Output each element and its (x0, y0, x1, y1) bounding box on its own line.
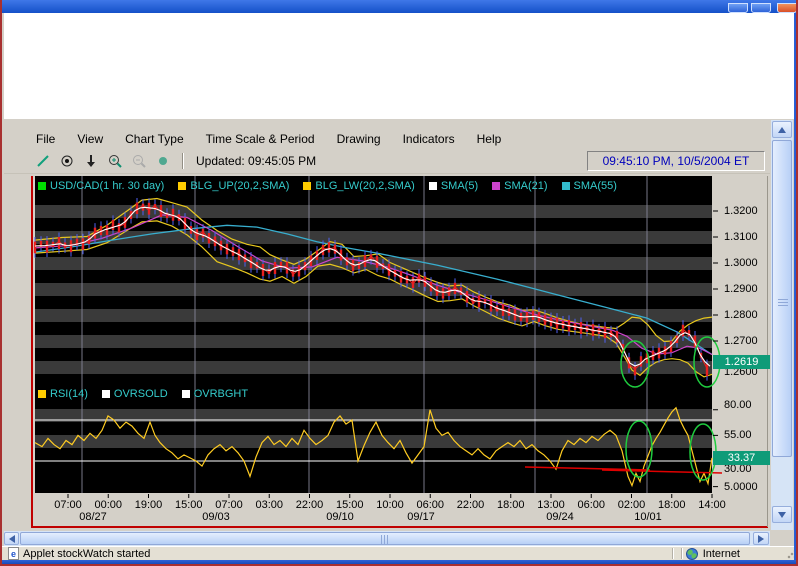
time-label: 15:00 (167, 499, 211, 511)
legend-swatch (182, 390, 190, 398)
legend-item-ovrbght: OVRBGHT (182, 388, 248, 400)
time-label: 07:00 (46, 499, 90, 511)
legend-item-sma-5: SMA(5) (429, 180, 478, 192)
legend-label: OVRBGHT (194, 388, 248, 400)
applet-right-edge (767, 176, 768, 527)
rsi-tick-label: 55.00 (724, 429, 752, 441)
date-label: 09/17 (399, 511, 443, 523)
legend-label: BLG_LW(20,2,SMA) (315, 180, 414, 192)
price-legend: USD/CAD(1 hr. 30 day) BLG_UP(20,2,SMA) BLG… (38, 180, 617, 192)
legend-label: OVRSOLD (114, 388, 168, 400)
time-label: 07:00 (207, 499, 251, 511)
time-label: 18:00 (489, 499, 533, 511)
legend-item-sma-21: SMA(21) (492, 180, 547, 192)
time-label: 03:00 (247, 499, 291, 511)
legend-swatch (178, 182, 186, 190)
price-tick-label: 1.3000 (724, 257, 758, 269)
price-tick-label: 1.3100 (724, 231, 758, 243)
time-label: 22:00 (288, 499, 332, 511)
legend-swatch (492, 182, 500, 190)
price-tick-label: 1.2900 (724, 283, 758, 295)
legend-item-blg-up-20-2-sma: BLG_UP(20,2,SMA) (178, 180, 289, 192)
legend-swatch (562, 182, 570, 190)
legend-label: RSI(14) (50, 388, 88, 400)
legend-label: SMA(21) (504, 180, 547, 192)
rsi-tick-label: 5.0000 (724, 481, 758, 493)
price-tick-label: 1.2800 (724, 309, 758, 321)
legend-swatch (429, 182, 437, 190)
time-label: 15:00 (328, 499, 372, 511)
time-label: 13:00 (529, 499, 573, 511)
time-label: 18:00 (650, 499, 694, 511)
time-label: 10:00 (368, 499, 412, 511)
rsi-tick-label-partial: 30.00 (724, 463, 752, 475)
rsi-tick-label: 80.00 (724, 399, 752, 411)
date-label: 08/27 (71, 511, 115, 523)
legend-item-blg-lw-20-2-sma: BLG_LW(20,2,SMA) (303, 180, 414, 192)
legend-swatch (102, 390, 110, 398)
time-label: 00:00 (86, 499, 130, 511)
current-rsi-badge: 33.37 (713, 451, 770, 465)
legend-item-ovrsold: OVRSOLD (102, 388, 168, 400)
current-price-badge: 1.2619 (713, 355, 770, 369)
time-label: 19:00 (127, 499, 171, 511)
date-label: 10/01 (626, 511, 670, 523)
price-tick-label: 1.2700 (724, 335, 758, 347)
rsi-legend: RSI(14) OVRSOLD OVRBGHT (38, 388, 248, 400)
legend-swatch (303, 182, 311, 190)
legend-item-usd-cad-1-hr-30-day: USD/CAD(1 hr. 30 day) (38, 180, 164, 192)
price-tick-label: 1.3200 (724, 205, 758, 217)
legend-swatch (38, 390, 46, 398)
date-label: 09/24 (538, 511, 582, 523)
time-label: 14:00 (690, 499, 734, 511)
time-label: 02:00 (610, 499, 654, 511)
chart-canvas[interactable] (2, 0, 798, 566)
legend-label: SMA(5) (441, 180, 478, 192)
legend-item-rsi-14: RSI(14) (38, 388, 88, 400)
legend-label: BLG_UP(20,2,SMA) (190, 180, 289, 192)
time-label: 22:00 (449, 499, 493, 511)
time-label: 06:00 (408, 499, 452, 511)
date-label: 09/10 (318, 511, 362, 523)
legend-label: USD/CAD(1 hr. 30 day) (50, 180, 164, 192)
legend-swatch (38, 182, 46, 190)
legend-item-sma-55: SMA(55) (562, 180, 617, 192)
screen: FileViewChart TypeTime Scale & PeriodDra… (0, 0, 798, 566)
time-label: 06:00 (569, 499, 613, 511)
date-label: 09/03 (194, 511, 238, 523)
legend-label: SMA(55) (574, 180, 617, 192)
